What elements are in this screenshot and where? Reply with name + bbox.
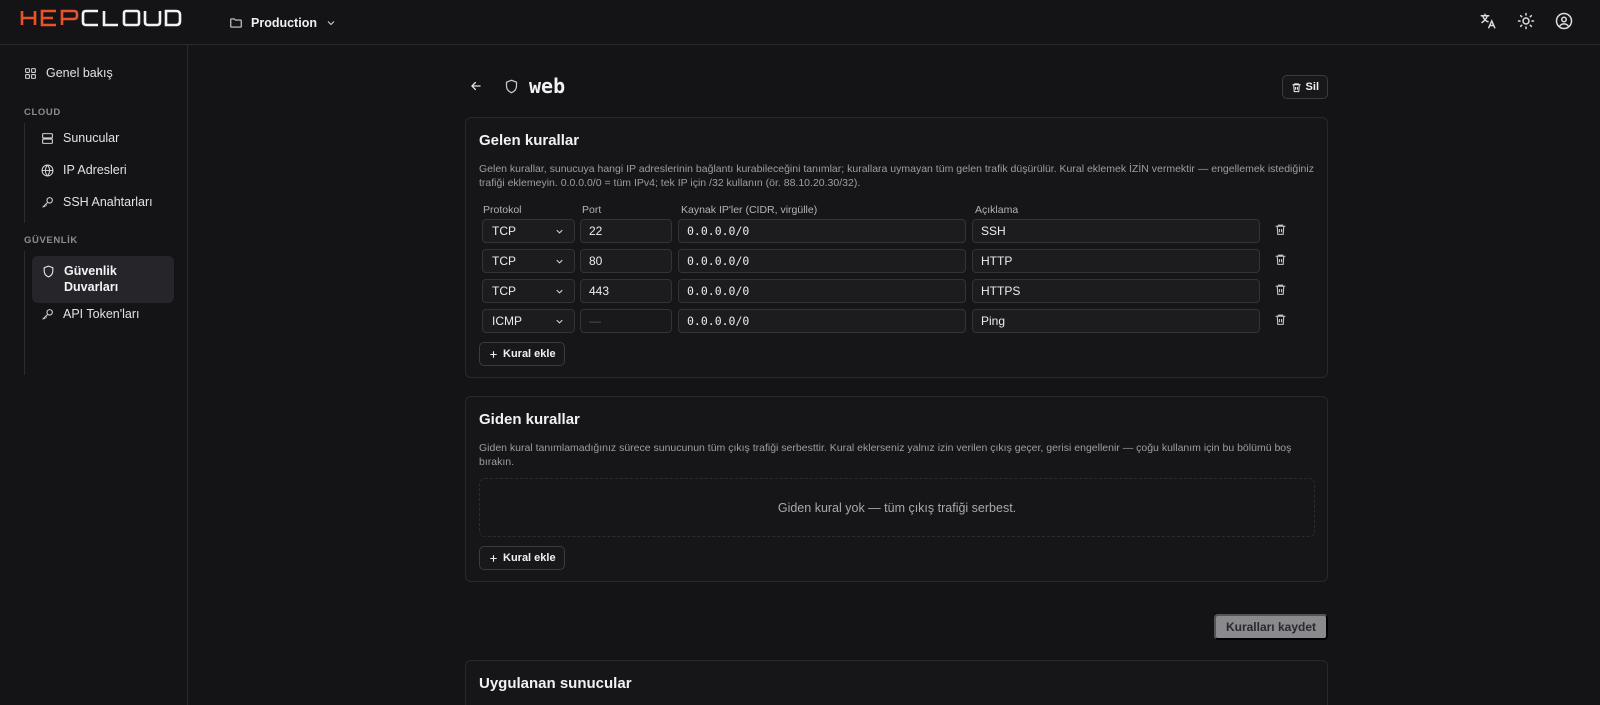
add-rule-label: Kural ekle (503, 552, 556, 564)
column-header-source: Kaynak IP'ler (CIDR, virgülle) (681, 204, 818, 216)
protocol-value: TCP (492, 224, 516, 238)
grid-icon (25, 67, 36, 79)
page-title: web (529, 74, 566, 98)
sidebar-item-label: API Token'ları (63, 307, 140, 321)
inbound-description: Gelen kurallar, sunucuya hangi IP adresl… (479, 163, 1314, 189)
protocol-value: TCP (492, 284, 516, 298)
chevron-down-icon (556, 229, 563, 234)
nav-section-security: GÜVENLİK (24, 235, 78, 246)
chevron-down-icon (556, 259, 563, 264)
description-input[interactable]: Ping (972, 309, 1260, 333)
sidebar-item-label: Güvenlik Duvarları (64, 264, 119, 294)
table-row: ICMP — 0.0.0.0/0 Ping (482, 309, 1312, 333)
outbound-description: Giden kural tanımlamadığınız sürece sunu… (479, 442, 1292, 468)
server-icon (42, 132, 53, 144)
port-input[interactable]: 443 (580, 279, 672, 303)
sidebar-item-label: Sunucular (63, 131, 120, 145)
top-bar: Production (0, 0, 1600, 45)
column-header-protocol: Protokol (483, 204, 522, 216)
table-row: TCP 443 0.0.0.0/0 HTTPS (482, 279, 1312, 303)
folder-icon (229, 16, 243, 30)
add-outbound-rule-button[interactable]: Kural ekle (479, 546, 565, 570)
source-cidr-input[interactable]: 0.0.0.0/0 (678, 309, 966, 333)
nav-divider-line (24, 251, 25, 375)
sidebar-item-label: Genel bakış (46, 66, 113, 80)
delete-button[interactable]: Sil (1281, 75, 1328, 99)
protocol-select[interactable]: TCP (482, 219, 575, 243)
sidebar-item-ip-addresses[interactable]: IP Adresleri (41, 163, 127, 177)
trash-icon[interactable] (1274, 283, 1287, 299)
protocol-select[interactable]: TCP (482, 279, 575, 303)
brand-logo[interactable] (20, 9, 198, 27)
key-icon (42, 196, 53, 208)
trash-icon[interactable] (1274, 223, 1287, 239)
protocol-value: ICMP (492, 314, 522, 328)
key-icon (42, 308, 53, 320)
sidebar-item-overview[interactable]: Genel bakış (24, 66, 113, 80)
add-inbound-rule-button[interactable]: Kural ekle (479, 342, 565, 366)
sidebar: Genel bakış CLOUD Sunucular IP Adresleri… (0, 45, 188, 705)
inbound-rules-card: Gelen kurallar Gelen kurallar, sunucuya … (465, 117, 1328, 378)
user-account-icon[interactable] (1552, 9, 1576, 33)
save-rules-button[interactable]: Kuralları kaydet (1213, 614, 1328, 640)
delete-label: Sil (1305, 81, 1319, 93)
source-cidr-input[interactable]: 0.0.0.0/0 (678, 219, 966, 243)
translate-icon[interactable] (1476, 9, 1500, 33)
trash-icon[interactable] (1274, 253, 1287, 269)
shield-icon (43, 265, 54, 278)
sidebar-item-label: IP Adresleri (63, 163, 127, 177)
applied-servers-card: Uygulanan sunucular (465, 660, 1328, 705)
project-selector[interactable]: Production (229, 11, 337, 35)
description-input[interactable]: SSH (972, 219, 1260, 243)
trash-icon (1291, 82, 1301, 92)
nav-section-cloud: CLOUD (24, 107, 61, 118)
source-cidr-input[interactable]: 0.0.0.0/0 (678, 279, 966, 303)
add-rule-label: Kural ekle (503, 348, 556, 360)
port-input[interactable]: 80 (580, 249, 672, 273)
sidebar-item-label: SSH Anahtarları (63, 195, 153, 209)
back-arrow-icon[interactable] (469, 79, 483, 96)
protocol-select[interactable]: TCP (482, 249, 575, 273)
sidebar-item-api-tokens[interactable]: API Token'ları (41, 307, 140, 321)
table-row: TCP 80 0.0.0.0/0 HTTP (482, 249, 1312, 273)
port-input[interactable]: 22 (580, 219, 672, 243)
page-header: web Sil (465, 73, 1328, 103)
globe-icon (41, 164, 54, 176)
plus-icon (490, 350, 497, 358)
description-input[interactable]: HTTP (972, 249, 1260, 273)
table-row: TCP 22 0.0.0.0/0 SSH (482, 219, 1312, 243)
column-header-port: Port (582, 204, 602, 216)
chevron-down-icon (325, 17, 337, 29)
sidebar-item-servers[interactable]: Sunucular (41, 131, 119, 145)
outbound-rules-card: Giden kurallar Giden kural tanımlamadığı… (465, 396, 1328, 582)
nav-divider-line (24, 123, 25, 223)
sidebar-item-ssh-keys[interactable]: SSH Anahtarları (41, 195, 153, 209)
applied-servers-title: Uygulanan sunucular (479, 675, 632, 692)
sidebar-item-firewalls[interactable]: Güvenlik Duvarları (32, 256, 174, 303)
outbound-empty-state: Giden kural yok — tüm çıkış trafiği serb… (479, 478, 1315, 537)
chevron-down-icon (556, 289, 563, 294)
shield-icon (504, 79, 519, 97)
trash-icon[interactable] (1274, 313, 1287, 329)
plus-icon (490, 554, 497, 562)
description-input[interactable]: HTTPS (972, 279, 1260, 303)
project-name: Production (251, 16, 317, 30)
inbound-title: Gelen kurallar (479, 132, 580, 149)
column-header-description: Açıklama (975, 204, 1019, 216)
chevron-down-icon (556, 319, 563, 324)
protocol-value: TCP (492, 254, 516, 268)
protocol-select[interactable]: ICMP (482, 309, 575, 333)
source-cidr-input[interactable]: 0.0.0.0/0 (678, 249, 966, 273)
port-input: — (580, 309, 672, 333)
theme-toggle-icon[interactable] (1514, 9, 1538, 33)
outbound-title: Giden kurallar (479, 411, 580, 428)
